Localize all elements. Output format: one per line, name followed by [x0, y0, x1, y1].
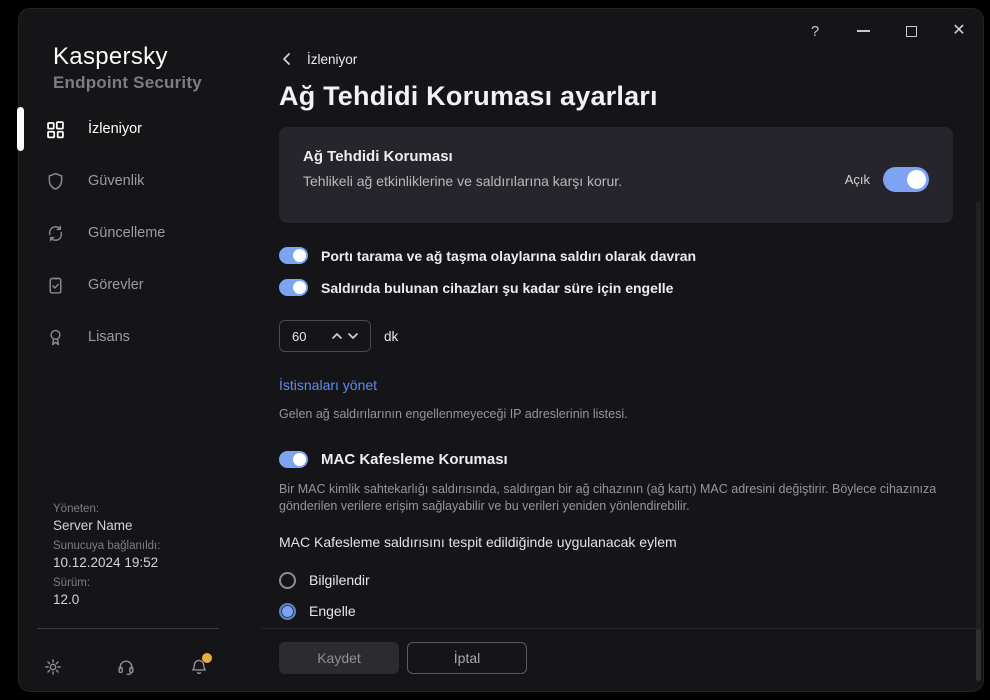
page-title: Ağ Tehdidi Koruması ayarları — [279, 81, 658, 112]
help-button[interactable]: ? — [801, 17, 829, 45]
radio-selected-icon[interactable] — [279, 603, 296, 620]
notification-badge — [202, 653, 212, 663]
mac-spoofing-toggle-row[interactable]: MAC Kafesleme Koruması — [279, 451, 945, 468]
exclusions-hint: Gelen ağ saldırılarının engellenmeyeceği… — [279, 406, 945, 423]
maximize-button[interactable] — [897, 17, 925, 45]
port-scan-toggle[interactable] — [279, 247, 308, 264]
close-button[interactable]: ✕ — [945, 17, 973, 45]
managed-by-label: Yöneten: — [53, 503, 160, 515]
mac-action-radios: Bilgilendir Engelle — [279, 571, 945, 620]
feature-title: Ağ Tehdidi Koruması — [303, 148, 845, 165]
breadcrumb: İzleniyor — [279, 51, 357, 67]
block-duration-row: 60 — [279, 320, 945, 352]
sidebar-item-guncelleme[interactable]: Güncelleme — [19, 207, 261, 259]
minimize-icon — [857, 30, 870, 32]
connected-value: 10.12.2024 19:52 — [53, 555, 160, 570]
close-icon: ✕ — [952, 23, 965, 39]
settings-button[interactable] — [43, 657, 63, 677]
feature-card: Ağ Tehdidi Koruması Tehlikeli ağ etkinli… — [279, 127, 953, 223]
app-logo: Kaspersky Endpoint Security — [19, 9, 261, 93]
mac-action-label: MAC Kafesleme saldırısını tespit edildiğ… — [279, 534, 945, 550]
headset-icon — [116, 657, 136, 677]
mac-spoofing-hint: Bir MAC kimlik sahtekarlığı saldırısında… — [279, 481, 945, 515]
sidebar-item-label: Güvenlik — [88, 173, 144, 189]
radio-unselected-icon[interactable] — [279, 572, 296, 589]
block-attacker-toggle-row[interactable]: Saldırıda bulunan cihazları şu kadar sür… — [279, 279, 945, 296]
notifications-button[interactable] — [189, 657, 209, 677]
version-label: Sürüm: — [53, 577, 160, 589]
app-window: ? ✕ Kaspersky Endpoint Security — [18, 8, 984, 692]
mac-spoofing-toggle[interactable] — [279, 451, 308, 468]
radio-label: Engelle — [309, 603, 356, 619]
chevron-left-icon — [279, 51, 295, 67]
scrollbar[interactable] — [976, 201, 981, 681]
main-content: İzleniyor Ağ Tehdidi Koruması ayarları A… — [261, 9, 983, 691]
chevron-up-icon — [329, 328, 345, 344]
radio-row-engelle[interactable]: Engelle — [279, 602, 945, 620]
back-button[interactable] — [279, 51, 295, 67]
sidebar-item-izleniyor[interactable]: İzleniyor — [19, 103, 261, 155]
toggle-knob — [293, 281, 306, 294]
sidebar-item-label: Lisans — [88, 329, 130, 345]
server-info: Yöneten: Server Name Sunucuya bağlanıldı… — [53, 496, 160, 607]
feature-description: Tehlikeli ağ etkinliklerine ve saldırıla… — [303, 173, 845, 189]
block-attacker-label: Saldırıda bulunan cihazları şu kadar sür… — [321, 280, 673, 296]
duration-unit: dk — [384, 329, 398, 344]
maximize-icon — [906, 26, 917, 37]
stepper-up-button[interactable] — [329, 328, 345, 344]
manage-exclusions-link[interactable]: İstisnaları yönet — [279, 377, 377, 393]
dashboard-icon — [45, 119, 66, 140]
tasks-icon — [45, 275, 66, 296]
sidebar-item-label: İzleniyor — [88, 121, 142, 137]
gear-icon — [43, 657, 63, 677]
stepper-down-button[interactable] — [345, 328, 361, 344]
shield-icon — [45, 171, 66, 192]
footer-buttons: Kaydet İptal — [279, 642, 527, 674]
footer-divider — [261, 628, 983, 629]
settings-rows: Portı tarama ve ağ taşma olaylarına sald… — [279, 247, 945, 633]
sidebar-footer-divider — [37, 628, 219, 629]
refresh-icon — [45, 223, 66, 244]
toggle-knob — [907, 170, 926, 189]
radio-row-bilgilendir[interactable]: Bilgilendir — [279, 571, 945, 589]
sidebar-nav: İzleniyor Güvenlik — [19, 103, 261, 363]
duration-stepper[interactable]: 60 — [279, 320, 371, 352]
titlebar: ? ✕ — [801, 17, 973, 45]
port-scan-label: Portı tarama ve ağ taşma olaylarına sald… — [321, 248, 696, 264]
product-name: Endpoint Security — [53, 73, 261, 93]
cancel-button[interactable]: İptal — [407, 642, 527, 674]
save-button[interactable]: Kaydet — [279, 642, 399, 674]
mac-spoofing-label: MAC Kafesleme Koruması — [321, 451, 508, 468]
brand-name: Kaspersky — [53, 43, 261, 71]
toggle-state-label: Açık — [845, 172, 870, 187]
managed-by-value: Server Name — [53, 518, 160, 533]
feature-toggle[interactable] — [883, 167, 929, 192]
version-value: 12.0 — [53, 592, 160, 607]
minimize-button[interactable] — [849, 17, 877, 45]
active-indicator — [17, 107, 24, 151]
toggle-knob — [293, 249, 306, 262]
radio-label: Bilgilendir — [309, 572, 370, 588]
sidebar-item-gorevler[interactable]: Görevler — [19, 259, 261, 311]
connected-label: Sunucuya bağlanıldı: — [53, 540, 160, 552]
sidebar-item-lisans[interactable]: Lisans — [19, 311, 261, 363]
sidebar-item-label: Güncelleme — [88, 225, 165, 241]
sidebar-item-label: Görevler — [88, 277, 144, 293]
scrollbar-thumb[interactable] — [976, 629, 981, 681]
duration-value[interactable]: 60 — [292, 329, 329, 344]
toggle-knob — [293, 453, 306, 466]
block-attacker-toggle[interactable] — [279, 279, 308, 296]
support-button[interactable] — [116, 657, 136, 677]
breadcrumb-link[interactable]: İzleniyor — [307, 52, 357, 67]
sidebar: Kaspersky Endpoint Security İzleniyor — [19, 9, 261, 691]
license-icon — [45, 327, 66, 348]
port-scan-toggle-row[interactable]: Portı tarama ve ağ taşma olaylarına sald… — [279, 247, 945, 264]
sidebar-item-guvenlik[interactable]: Güvenlik — [19, 155, 261, 207]
chevron-down-icon — [345, 328, 361, 344]
sidebar-footer — [43, 657, 209, 677]
